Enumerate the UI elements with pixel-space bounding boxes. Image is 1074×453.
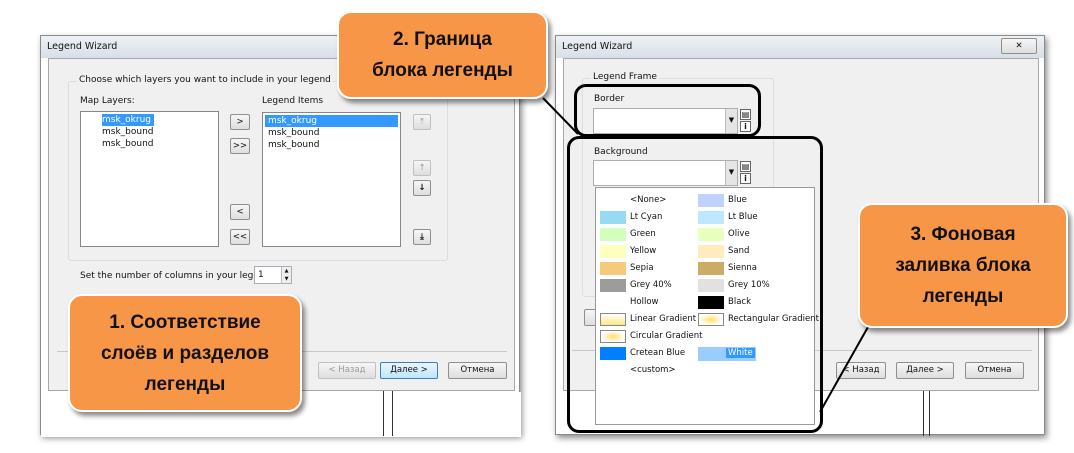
callout-line: заливка блока <box>895 255 1031 276</box>
connector-line-3 <box>819 326 869 413</box>
callout-line: легенды <box>144 373 226 395</box>
connector-line-2 <box>542 97 579 135</box>
callout-line: 1. Соответствие <box>109 311 261 333</box>
callout-line: блока легенды <box>372 60 513 81</box>
callout-legend-border: 2. Граница блока легенды <box>337 11 548 99</box>
callout-layers-mapping: 1. Соответствие слоёв и разделов легенды <box>68 294 302 412</box>
callout-background-fill: 3. Фоновая заливка блока легенды <box>858 203 1068 328</box>
callout-line: слоёв и разделов <box>100 342 270 364</box>
callout-line: 2. Граница <box>393 29 492 50</box>
callout-line: 3. Фоновая <box>910 224 1016 245</box>
callout-line: легенды <box>922 286 1004 307</box>
